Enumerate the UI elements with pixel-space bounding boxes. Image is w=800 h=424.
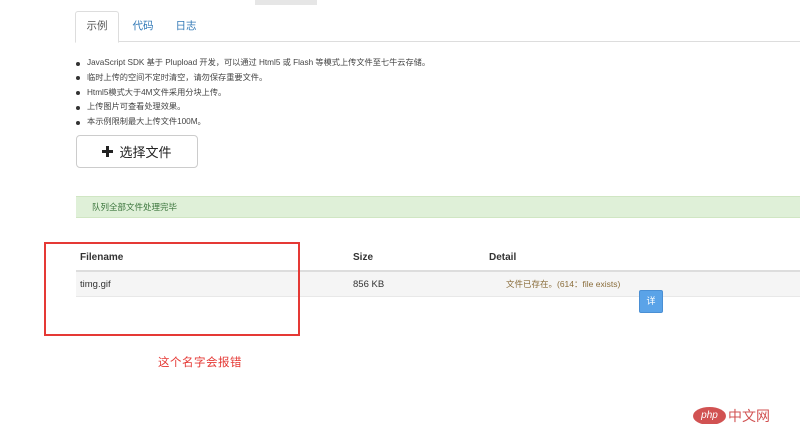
watermark-text: 中文网 [728, 408, 770, 424]
tab-bar: 示例 代码 日志 [75, 11, 800, 43]
select-file-button[interactable]: 选择文件 [76, 135, 198, 168]
note-item: 上传图片可查看处理效果。 [76, 100, 430, 115]
note-item: 本示例限制最大上传文件100M。 [76, 115, 430, 130]
select-file-label: 选择文件 [119, 145, 172, 160]
annotation-text: 这个名字会报错 [158, 357, 242, 369]
file-detail-message: 文件已存在。(614：file exists) [506, 279, 621, 289]
top-scroll-indicator [255, 0, 317, 5]
tab-log[interactable]: 日志 [174, 11, 198, 42]
note-item: 临时上传的空间不定时清空，请勿保存重要文件。 [76, 71, 430, 86]
column-header-size: Size [353, 252, 374, 263]
tab-code[interactable]: 代码 [128, 11, 158, 42]
plus-icon [102, 146, 114, 157]
status-alert: 队列全部文件处理完毕 [76, 196, 800, 218]
usage-notes-list: JavaScript SDK 基于 Plupload 开发，可以通过 Html5… [76, 56, 430, 130]
annotation-highlight-box [44, 242, 300, 336]
note-item: Html5模式大于4M文件采用分块上传。 [76, 86, 430, 101]
tab-demo[interactable]: 示例 [75, 11, 119, 43]
watermark-logo: php [693, 407, 726, 424]
note-item: JavaScript SDK 基于 Plupload 开发，可以通过 Html5… [76, 56, 430, 71]
watermark: php 中文网 [693, 406, 770, 424]
column-header-detail: Detail [489, 252, 517, 263]
detail-button[interactable]: 详 [639, 290, 663, 313]
file-size-cell: 856 KB [353, 279, 385, 290]
